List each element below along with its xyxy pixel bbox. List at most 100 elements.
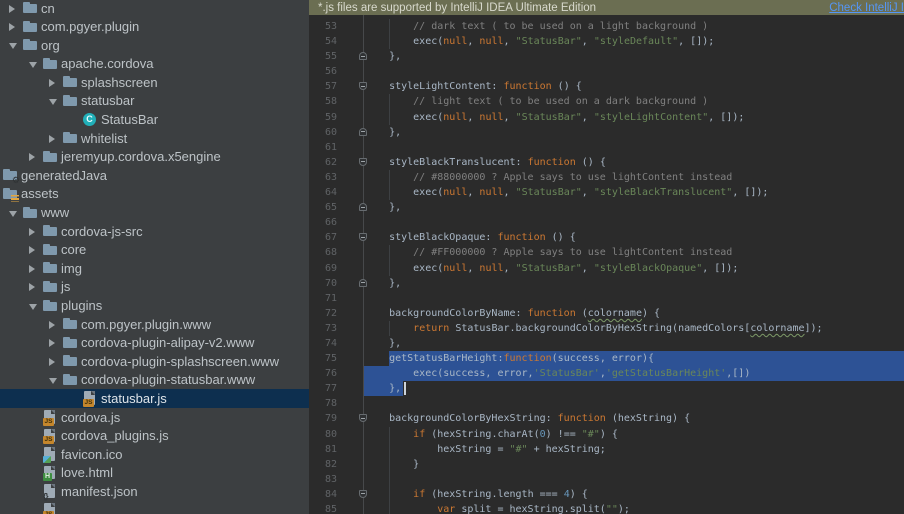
tree-row-cordova-js[interactable]: JScordova.js	[0, 408, 309, 427]
code-line-54[interactable]: 54 exec(null, null, "StatusBar", "styleD…	[309, 34, 904, 49]
line-number[interactable]: 58	[315, 94, 337, 109]
fold-close-marker-icon[interactable]	[359, 279, 367, 287]
code-line-67[interactable]: 67 styleBlackOpaque: function () {	[309, 230, 904, 245]
line-number[interactable]: 84	[315, 487, 337, 502]
line-number[interactable]: 81	[315, 442, 337, 457]
line-number[interactable]: 54	[315, 34, 337, 49]
tree-row-statusbar-js[interactable]: JSstatusbar.js	[0, 389, 309, 408]
code-line-56[interactable]: 56	[309, 64, 904, 79]
code-line-68[interactable]: 68 // #FF000000 ? Apple says to use ligh…	[309, 245, 904, 260]
code-editor[interactable]: 53 // dark text ( to be used on a light …	[309, 15, 904, 514]
tree-collapsed-arrow-icon[interactable]	[49, 339, 55, 347]
code-line-85[interactable]: 85 var split = hexString.split("");	[309, 502, 904, 514]
line-number[interactable]: 75	[315, 351, 337, 366]
line-number[interactable]: 68	[315, 245, 337, 260]
tree-row-www[interactable]: www	[0, 204, 309, 223]
line-number[interactable]: 76	[315, 366, 337, 381]
code-line-61[interactable]: 61	[309, 140, 904, 155]
code-line-62[interactable]: 62 styleBlackTranslucent: function () {	[309, 155, 904, 170]
tree-collapsed-arrow-icon[interactable]	[29, 265, 35, 273]
tree-row-manifest-json[interactable]: {}manifest.json	[0, 482, 309, 501]
tree-collapsed-arrow-icon[interactable]	[29, 246, 35, 254]
tree-row-img[interactable]: img	[0, 259, 309, 278]
line-number[interactable]: 85	[315, 502, 337, 514]
code-line-76[interactable]: 76 exec(success, error,'StatusBar','getS…	[309, 366, 904, 381]
tree-collapsed-arrow-icon[interactable]	[29, 228, 35, 236]
code-line-55[interactable]: 55 },	[309, 49, 904, 64]
tree-row-cordova-plugin-alipay-v2-www[interactable]: cordova-plugin-alipay-v2.www	[0, 334, 309, 353]
line-number[interactable]: 60	[315, 125, 337, 140]
line-number[interactable]: 74	[315, 336, 337, 351]
tree-collapsed-arrow-icon[interactable]	[49, 135, 55, 143]
tree-row-generatedjava[interactable]: ⚙generatedJava	[0, 166, 309, 185]
line-number[interactable]: 67	[315, 230, 337, 245]
code-line-72[interactable]: 72 backgroundColorByName: function (colo…	[309, 306, 904, 321]
line-number[interactable]: 61	[315, 140, 337, 155]
tree-collapsed-arrow-icon[interactable]	[29, 153, 35, 161]
tree-row-com-pgyer-plugin-www[interactable]: com.pgyer.plugin.www	[0, 315, 309, 334]
tree-row-love-html[interactable]: Hlove.html	[0, 464, 309, 483]
tree-row-plugins[interactable]: plugins	[0, 297, 309, 316]
tree-row-statusbar[interactable]: statusbar	[0, 92, 309, 111]
line-number[interactable]: 64	[315, 185, 337, 200]
tree-row-cordova-plugin-splashscreen-www[interactable]: cordova-plugin-splashscreen.www	[0, 352, 309, 371]
line-number[interactable]: 55	[315, 49, 337, 64]
code-line-58[interactable]: 58 // light text ( to be used on a dark …	[309, 94, 904, 109]
code-line-64[interactable]: 64 exec(null, null, "StatusBar", "styleB…	[309, 185, 904, 200]
code-line-70[interactable]: 70 },	[309, 276, 904, 291]
banner-check-intellij-link[interactable]: Check IntelliJ I	[829, 2, 904, 14]
code-line-75[interactable]: 75 getStatusBarHeight:function(success, …	[309, 351, 904, 366]
tree-collapsed-arrow-icon[interactable]	[49, 79, 55, 87]
line-number[interactable]: 78	[315, 396, 337, 411]
tree-row-cordova-plugins-js[interactable]: JScordova_plugins.js	[0, 427, 309, 446]
line-number[interactable]: 71	[315, 291, 337, 306]
line-number[interactable]: 69	[315, 261, 337, 276]
line-number[interactable]: 63	[315, 170, 337, 185]
line-number[interactable]: 53	[315, 19, 337, 34]
tree-collapsed-arrow-icon[interactable]	[49, 358, 55, 366]
line-number[interactable]: 57	[315, 79, 337, 94]
tree-row-cordova-js-src[interactable]: cordova-js-src	[0, 222, 309, 241]
tree-collapsed-arrow-icon[interactable]	[9, 23, 15, 31]
tree-collapsed-arrow-icon[interactable]	[29, 283, 35, 291]
line-number[interactable]: 82	[315, 457, 337, 472]
tree-row-splashscreen[interactable]: splashscreen	[0, 73, 309, 92]
tree-row-statusbar[interactable]: CStatusBar	[0, 111, 309, 130]
fold-close-marker-icon[interactable]	[359, 203, 367, 211]
code-line-78[interactable]: 78	[309, 396, 904, 411]
code-line-83[interactable]: 83	[309, 472, 904, 487]
code-line-79[interactable]: 79 backgroundColorByHexString: function …	[309, 411, 904, 426]
code-line-77[interactable]: 77 },	[309, 381, 904, 396]
tree-row-com-pgyer-plugin[interactable]: com.pgyer.plugin	[0, 18, 309, 37]
fold-open-marker-icon[interactable]	[359, 233, 367, 241]
code-line-82[interactable]: 82 }	[309, 457, 904, 472]
code-line-60[interactable]: 60 },	[309, 125, 904, 140]
tree-collapsed-arrow-icon[interactable]	[49, 321, 55, 329]
tree-row-jeremyup-cordova-x5engine[interactable]: jeremyup.cordova.x5engine	[0, 148, 309, 167]
code-line-63[interactable]: 63 // #88000000 ? Apple says to use ligh…	[309, 170, 904, 185]
tree-expanded-arrow-icon[interactable]	[29, 304, 37, 310]
line-number[interactable]: 79	[315, 411, 337, 426]
line-number[interactable]: 72	[315, 306, 337, 321]
code-line-57[interactable]: 57 styleLightContent: function () {	[309, 79, 904, 94]
fold-close-marker-icon[interactable]	[359, 128, 367, 136]
line-number[interactable]: 65	[315, 200, 337, 215]
line-number[interactable]: 59	[315, 110, 337, 125]
line-number[interactable]: 66	[315, 215, 337, 230]
tree-row-cordova-plugin-statusbar-www[interactable]: cordova-plugin-statusbar.www	[0, 371, 309, 390]
tree-row-whitelist[interactable]: whitelist	[0, 129, 309, 148]
tree-row-cn[interactable]: cn	[0, 0, 309, 18]
code-line-69[interactable]: 69 exec(null, null, "StatusBar", "styleB…	[309, 261, 904, 276]
tree-row-row[interactable]: JS	[0, 501, 309, 514]
tree-expanded-arrow-icon[interactable]	[9, 211, 17, 217]
code-line-66[interactable]: 66	[309, 215, 904, 230]
line-number[interactable]: 83	[315, 472, 337, 487]
tree-row-org[interactable]: org	[0, 36, 309, 55]
line-number[interactable]: 62	[315, 155, 337, 170]
fold-open-marker-icon[interactable]	[359, 158, 367, 166]
tree-row-favicon-ico[interactable]: favicon.ico	[0, 445, 309, 464]
tree-expanded-arrow-icon[interactable]	[29, 62, 37, 68]
code-line-84[interactable]: 84 if (hexString.length === 4) {	[309, 487, 904, 502]
line-number[interactable]: 70	[315, 276, 337, 291]
code-line-59[interactable]: 59 exec(null, null, "StatusBar", "styleL…	[309, 110, 904, 125]
